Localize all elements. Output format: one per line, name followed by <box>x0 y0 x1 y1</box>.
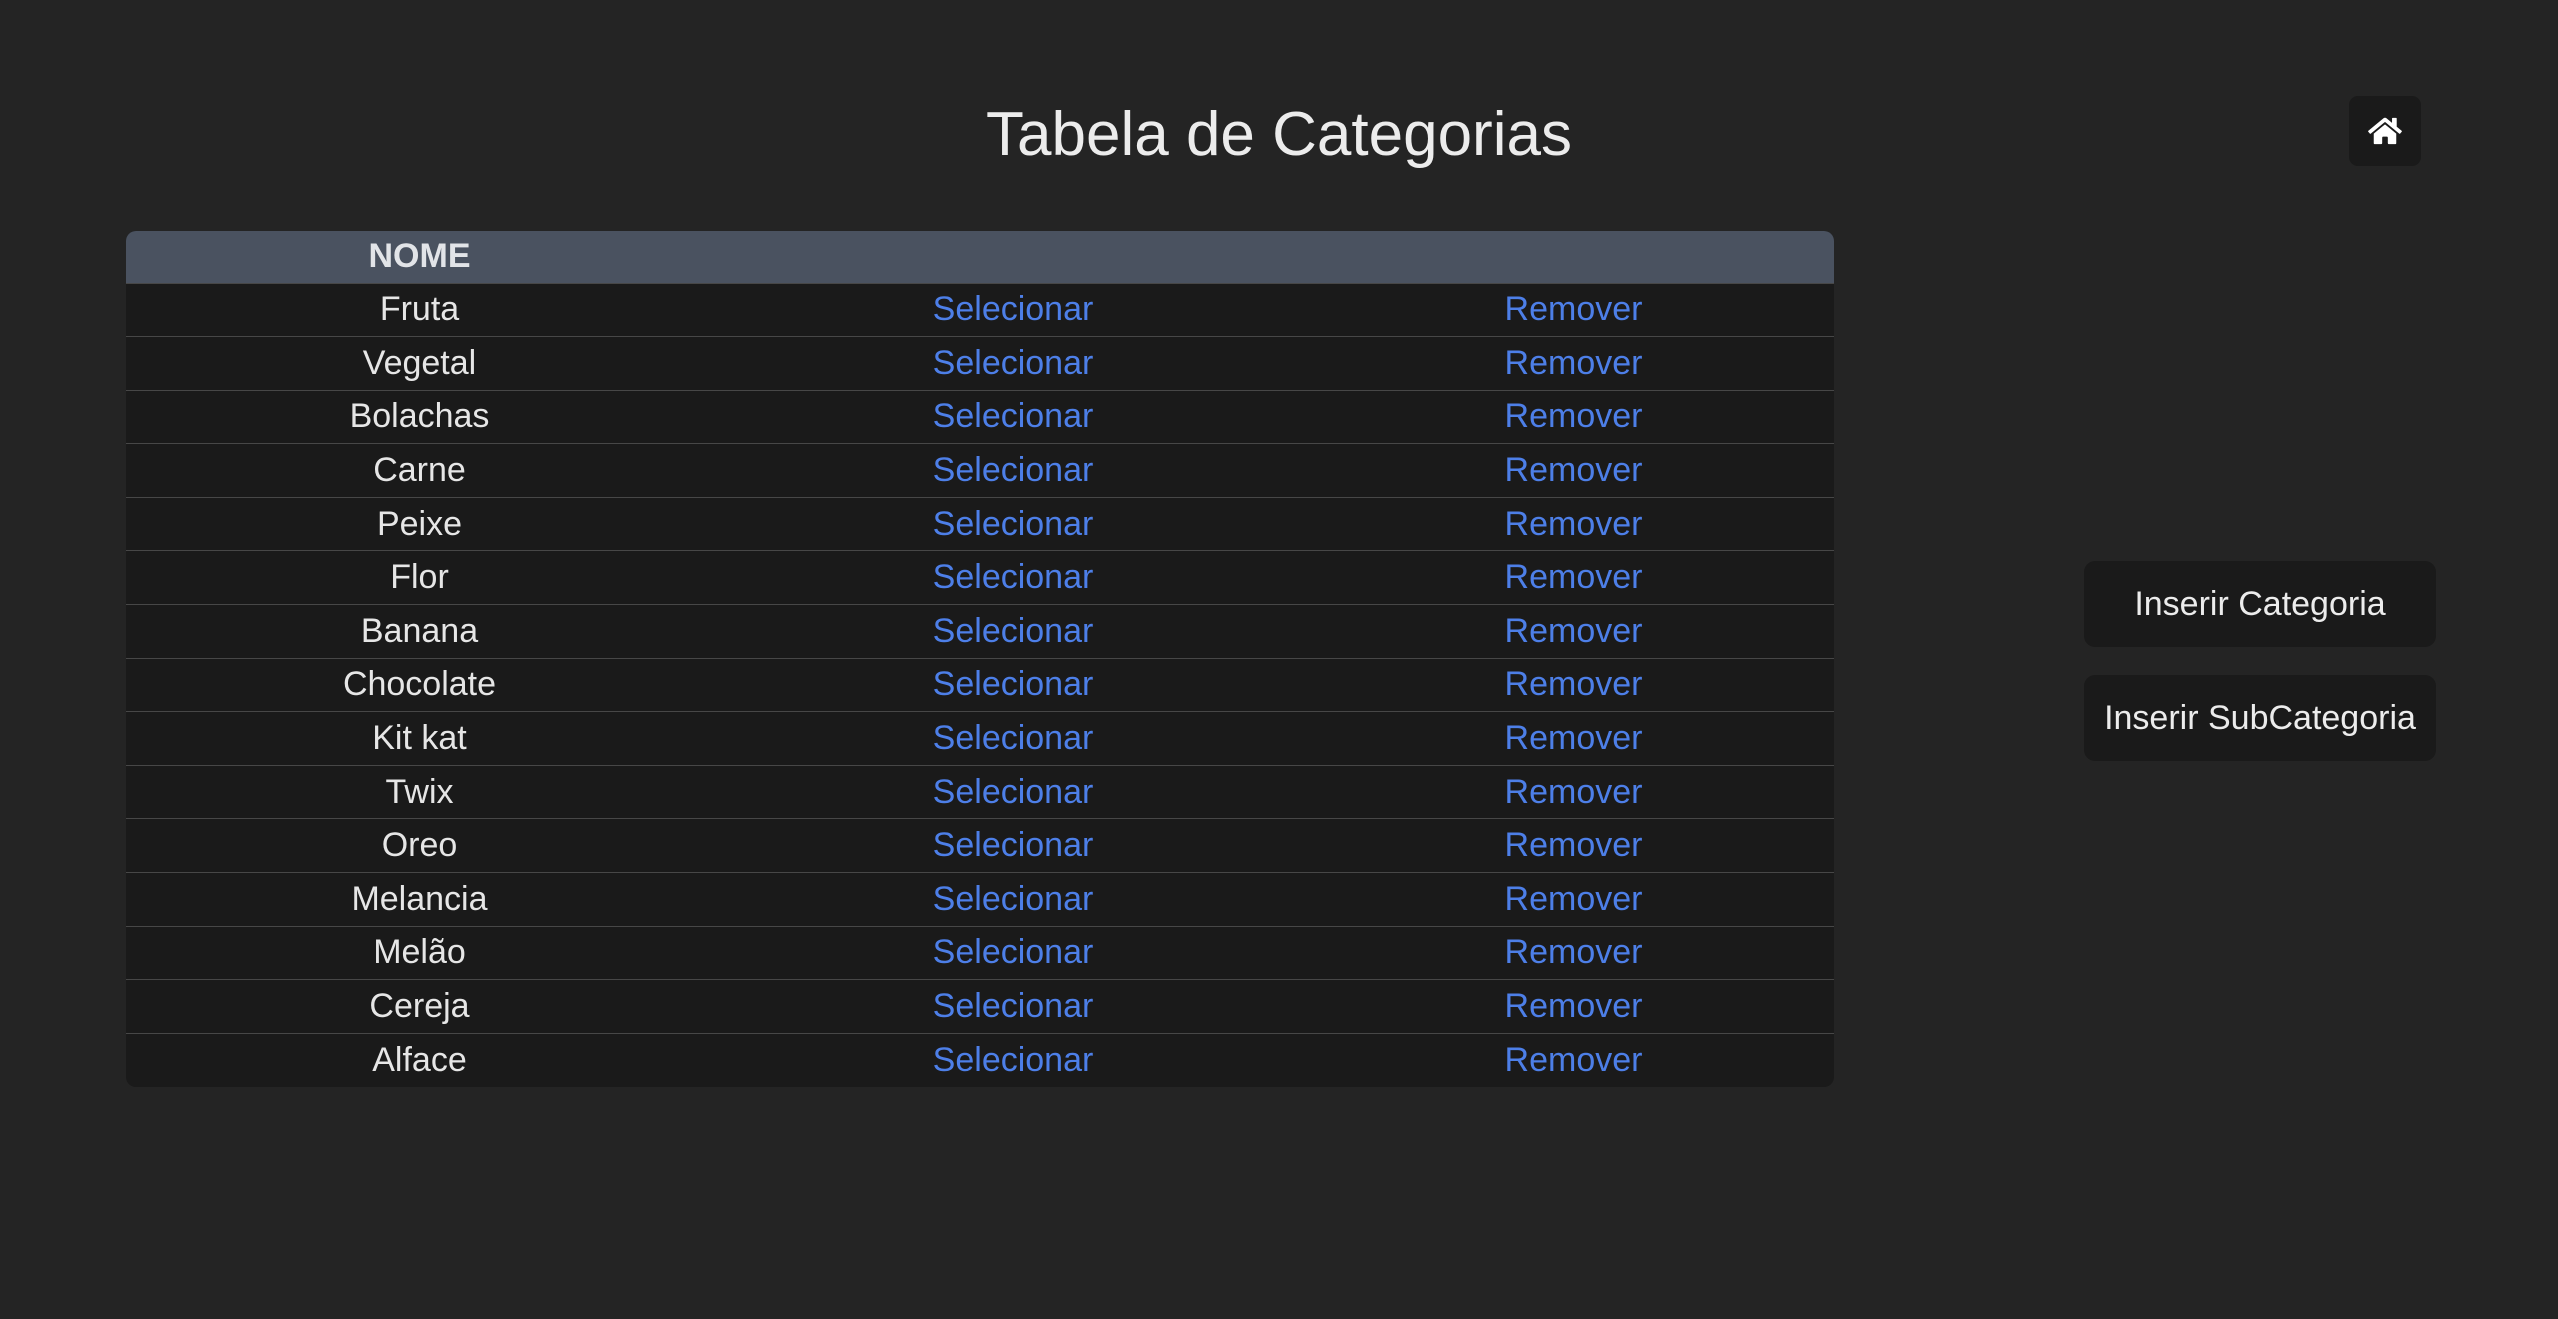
remove-link[interactable]: Remover <box>1313 390 1834 444</box>
table-row: Fruta Selecionar Remover <box>126 283 1834 337</box>
column-header-name: NOME <box>368 237 471 276</box>
home-icon <box>2368 117 2402 145</box>
select-link[interactable]: Selecionar <box>713 551 1313 605</box>
category-name: Vegetal <box>362 343 477 382</box>
table-header-row: NOME <box>126 231 1834 283</box>
category-name: Twix <box>385 772 454 811</box>
select-link[interactable]: Selecionar <box>713 765 1313 819</box>
category-name: Melão <box>373 933 466 972</box>
column-header-remove <box>1313 231 1834 283</box>
home-button[interactable] <box>2349 96 2421 166</box>
remove-link[interactable]: Remover <box>1313 551 1834 605</box>
category-name: Fruta <box>379 290 460 329</box>
remove-link[interactable]: Remover <box>1313 712 1834 766</box>
select-link[interactable]: Selecionar <box>713 337 1313 391</box>
remove-link[interactable]: Remover <box>1313 1033 1834 1087</box>
category-name: Chocolate <box>342 665 497 704</box>
remove-link[interactable]: Remover <box>1313 926 1834 980</box>
category-name: Cereja <box>369 987 470 1026</box>
select-link[interactable]: Selecionar <box>713 712 1313 766</box>
remove-link[interactable]: Remover <box>1313 819 1834 873</box>
remove-link[interactable]: Remover <box>1313 658 1834 712</box>
remove-link[interactable]: Remover <box>1313 980 1834 1034</box>
table-row: Melancia Selecionar Remover <box>126 872 1834 927</box>
insert-category-button[interactable]: Inserir Categoria <box>2084 561 2436 647</box>
category-name: Alface <box>372 1040 467 1079</box>
category-name: Melancia <box>351 879 488 918</box>
remove-link[interactable]: Remover <box>1313 444 1834 498</box>
select-link[interactable]: Selecionar <box>713 444 1313 498</box>
table-row: Alface Selecionar Remover <box>126 1033 1834 1087</box>
category-name: Peixe <box>376 504 463 543</box>
select-link[interactable]: Selecionar <box>713 658 1313 712</box>
remove-link[interactable]: Remover <box>1313 337 1834 391</box>
table-row: Oreo Selecionar Remover <box>126 818 1834 873</box>
table-row: Twix Selecionar Remover <box>126 765 1834 819</box>
select-link[interactable]: Selecionar <box>713 605 1313 659</box>
page-title: Tabela de Categorias <box>986 100 1572 169</box>
table-row: Chocolate Selecionar Remover <box>126 658 1834 712</box>
table-row: Vegetal Selecionar Remover <box>126 336 1834 391</box>
table-row: Carne Selecionar Remover <box>126 443 1834 498</box>
remove-link[interactable]: Remover <box>1313 873 1834 927</box>
category-name: Flor <box>390 558 449 597</box>
select-link[interactable]: Selecionar <box>713 283 1313 337</box>
column-header-select <box>713 231 1313 283</box>
table-row: Melão Selecionar Remover <box>126 926 1834 980</box>
remove-link[interactable]: Remover <box>1313 283 1834 337</box>
select-link[interactable]: Selecionar <box>713 926 1313 980</box>
remove-link[interactable]: Remover <box>1313 605 1834 659</box>
page: { "page": { "title": "Tabela de Categori… <box>0 0 2558 1319</box>
categories-table: NOME Fruta Selecionar Remover Vegetal Se… <box>126 231 1834 1087</box>
select-link[interactable]: Selecionar <box>713 1033 1313 1087</box>
select-link[interactable]: Selecionar <box>713 873 1313 927</box>
category-name: Bolachas <box>349 397 490 436</box>
category-name: Banana <box>360 611 479 650</box>
category-name: Kit kat <box>372 719 467 758</box>
category-name: Oreo <box>381 826 458 865</box>
remove-link[interactable]: Remover <box>1313 765 1834 819</box>
table-row: Peixe Selecionar Remover <box>126 497 1834 551</box>
select-link[interactable]: Selecionar <box>713 497 1313 551</box>
select-link[interactable]: Selecionar <box>713 390 1313 444</box>
select-link[interactable]: Selecionar <box>713 819 1313 873</box>
category-name: Carne <box>373 451 466 490</box>
insert-subcategory-button[interactable]: Inserir SubCategoria <box>2084 675 2436 761</box>
table-row: Flor Selecionar Remover <box>126 550 1834 605</box>
table-row: Bolachas Selecionar Remover <box>126 390 1834 444</box>
table-row: Kit kat Selecionar Remover <box>126 711 1834 766</box>
select-link[interactable]: Selecionar <box>713 980 1313 1034</box>
remove-link[interactable]: Remover <box>1313 497 1834 551</box>
table-row: Cereja Selecionar Remover <box>126 979 1834 1034</box>
table-row: Banana Selecionar Remover <box>126 604 1834 659</box>
